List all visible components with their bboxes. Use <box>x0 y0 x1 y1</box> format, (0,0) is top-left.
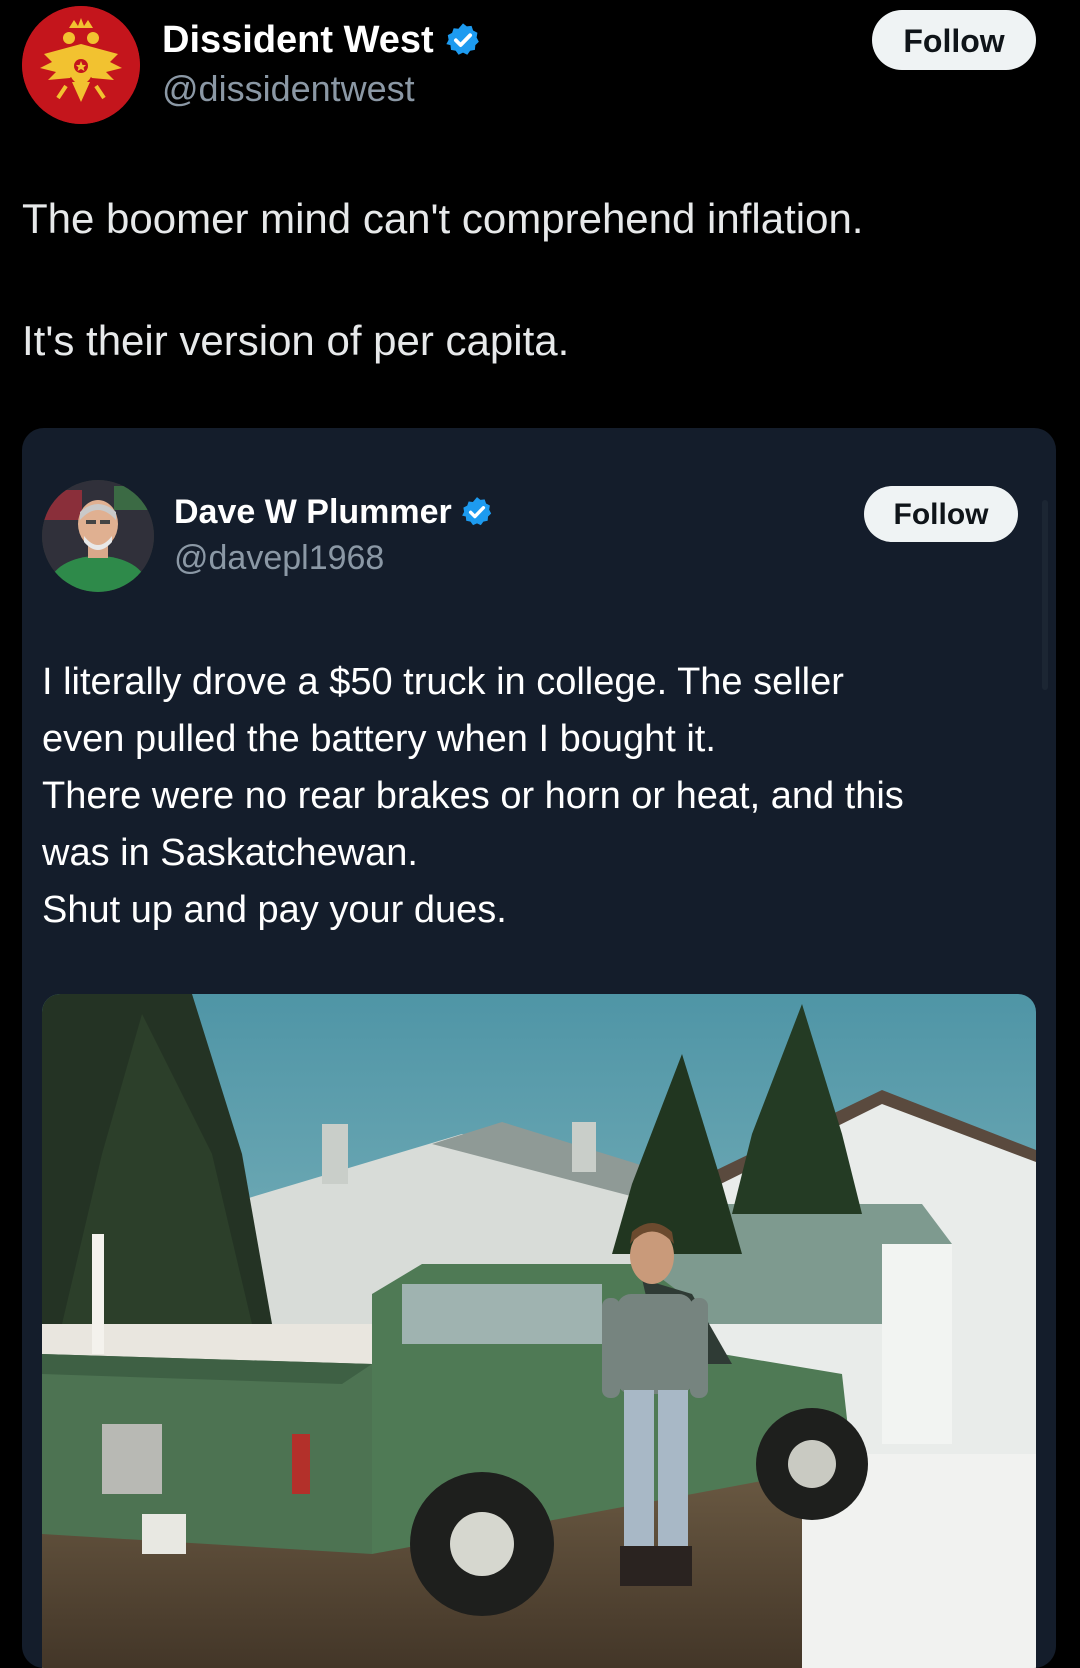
quoted-author-display-name[interactable]: Dave W Plummer <box>174 488 494 536</box>
author-handle[interactable]: @dissidentwest <box>162 66 482 112</box>
author-display-name[interactable]: Dissident West <box>162 14 482 66</box>
quoted-text-line-2: even pulled the battery when I bought it… <box>42 718 716 760</box>
truck-photo-image <box>42 994 1036 1668</box>
quoted-text-line-4: was in Saskatchewan. <box>42 832 418 874</box>
quoted-follow-button[interactable]: Follow <box>864 486 1018 542</box>
quoted-text-line-1: I literally drove a $50 truck in college… <box>42 661 844 703</box>
scrollbar[interactable] <box>1042 500 1048 690</box>
post-text-line-1: The boomer mind can't comprehend inflati… <box>22 195 864 242</box>
man-portrait-icon <box>42 480 154 592</box>
quoted-post-text: I literally drove a $50 truck in college… <box>42 654 1032 939</box>
author-info: Dissident West @dissidentwest <box>162 14 482 112</box>
post: Dissident West @dissidentwest Follow The… <box>0 0 1080 1668</box>
quoted-author-name-text[interactable]: Dave W Plummer <box>174 488 452 536</box>
quoted-post-card[interactable]: Dave W Plummer @davepl1968 Follow I lite… <box>22 428 1056 1668</box>
quoted-author-info: Dave W Plummer @davepl1968 <box>174 488 494 580</box>
author-avatar[interactable] <box>22 6 140 124</box>
verified-badge-icon <box>446 23 479 55</box>
quoted-author-avatar[interactable] <box>42 480 154 592</box>
quoted-text-line-5: Shut up and pay your dues. <box>42 889 507 931</box>
double-headed-eagle-icon <box>22 6 140 124</box>
author-name-text[interactable]: Dissident West <box>162 14 434 66</box>
verified-badge-icon <box>461 497 491 526</box>
quoted-post-photo[interactable] <box>42 994 1036 1668</box>
quoted-text-line-3: There were no rear brakes or horn or hea… <box>42 775 904 817</box>
follow-button[interactable]: Follow <box>872 10 1036 70</box>
quoted-author-handle[interactable]: @davepl1968 <box>174 536 494 580</box>
post-text-line-2: It's their version of per capita. <box>22 317 570 364</box>
